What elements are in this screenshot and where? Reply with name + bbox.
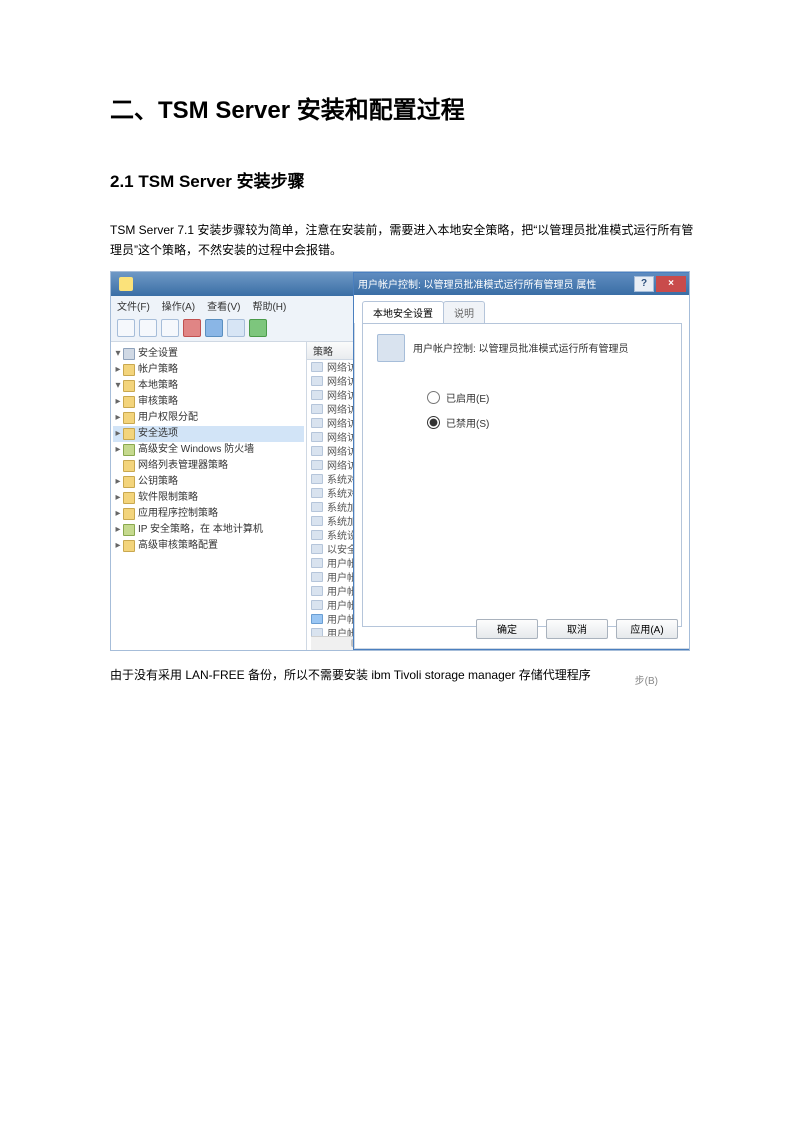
property-dialog: 用户帐户控制: 以管理员批准模式运行所有管理员 属性 ? × 本地安全设置 说明… xyxy=(353,272,690,650)
tree-node-appctrl[interactable]: ▸应用程序控制策略 xyxy=(113,506,304,522)
tab-description[interactable]: 说明 xyxy=(443,301,485,323)
dialog-panel: 用户帐户控制: 以管理员批准模式运行所有管理员 已启用(E) 已禁用(S) xyxy=(362,323,682,627)
menu-help[interactable]: 帮助(H) xyxy=(252,298,286,313)
folder-icon xyxy=(123,412,135,424)
policy-icon xyxy=(377,334,405,362)
radio-enabled-input[interactable] xyxy=(427,391,440,404)
radio-enabled[interactable]: 已启用(E) xyxy=(427,390,667,405)
policy-item-icon xyxy=(311,488,323,498)
app-icon xyxy=(119,277,133,291)
tree-node-software[interactable]: ▸软件限制策略 xyxy=(113,490,304,506)
heading-2: 2.1 TSM Server 安装步骤 xyxy=(110,167,700,192)
policy-item-icon xyxy=(311,460,323,470)
tab-local-security[interactable]: 本地安全设置 xyxy=(362,301,444,323)
tree-node-local[interactable]: ▾本地策略 xyxy=(113,378,304,394)
cropped-button-label: 步(B) xyxy=(635,672,658,687)
folder-icon xyxy=(123,492,135,504)
policy-item-icon xyxy=(311,404,323,414)
policy-item-icon xyxy=(311,418,323,428)
heading-1: 二、TSM Server 安装和配置过程 xyxy=(110,90,700,125)
screenshot-container: 文件(F) 操作(A) 查看(V) 帮助(H) ▾安全设置 ▸帐户策略 ▾本地策… xyxy=(110,271,690,651)
menu-action[interactable]: 操作(A) xyxy=(162,298,195,313)
policy-item-icon xyxy=(311,600,323,610)
tree-node-userrights[interactable]: ▸用户权限分配 xyxy=(113,410,304,426)
radio-disabled[interactable]: 已禁用(S) xyxy=(427,415,667,430)
document-page: 二、TSM Server 安装和配置过程 2.1 TSM Server 安装步骤… xyxy=(0,0,800,685)
policy-item-icon xyxy=(311,586,323,596)
toolbar-help-icon[interactable] xyxy=(227,319,245,337)
policy-item-icon xyxy=(311,614,323,624)
security-root-icon xyxy=(123,348,135,360)
dialog-title: 用户帐户控制: 以管理员批准模式运行所有管理员 属性 xyxy=(358,276,634,291)
radio-group: 已启用(E) 已禁用(S) xyxy=(427,390,667,430)
folder-icon xyxy=(123,364,135,376)
policy-item-icon xyxy=(311,572,323,582)
menu-view[interactable]: 查看(V) xyxy=(207,298,240,313)
dialog-buttons: 确定 取消 应用(A) xyxy=(476,619,678,639)
apply-button[interactable]: 应用(A) xyxy=(616,619,678,639)
folder-icon xyxy=(123,428,135,440)
tree-root[interactable]: ▾安全设置 xyxy=(113,346,304,362)
menu-file[interactable]: 文件(F) xyxy=(117,298,150,313)
toolbar-up-icon[interactable] xyxy=(161,319,179,337)
tree-node-audit[interactable]: ▸审核策略 xyxy=(113,394,304,410)
toolbar-back-icon[interactable] xyxy=(117,319,135,337)
tree-node-network[interactable]: 网络列表管理器策略 xyxy=(113,458,304,474)
dialog-tabs: 本地安全设置 说明 xyxy=(354,295,690,323)
policy-item-icon xyxy=(311,474,323,484)
shield-icon xyxy=(123,524,135,536)
policy-item-icon xyxy=(311,362,323,372)
tree-node-ipsec[interactable]: ▸IP 安全策略，在 本地计算机 xyxy=(113,522,304,538)
toolbar-refresh-icon[interactable] xyxy=(249,319,267,337)
folder-icon xyxy=(123,380,135,392)
tree-node-securityoptions[interactable]: ▸安全选项 xyxy=(113,426,304,442)
policy-item-icon xyxy=(311,516,323,526)
policy-item-icon xyxy=(311,432,323,442)
policy-item-icon xyxy=(311,376,323,386)
folder-icon xyxy=(123,508,135,520)
policy-item-icon xyxy=(311,446,323,456)
policy-description: 用户帐户控制: 以管理员批准模式运行所有管理员 xyxy=(413,340,629,355)
body-paragraph-1: TSM Server 7.1 安装步骤较为简单，注意在安装前，需要进入本地安全策… xyxy=(110,220,700,261)
policy-item-icon xyxy=(311,390,323,400)
toolbar-delete-icon[interactable] xyxy=(183,319,201,337)
folder-icon xyxy=(123,460,135,472)
folder-icon xyxy=(123,396,135,408)
folder-icon xyxy=(123,540,135,552)
tree-node-advaudit[interactable]: ▸高级审核策略配置 xyxy=(113,538,304,554)
cancel-button[interactable]: 取消 xyxy=(546,619,608,639)
toolbar-prop-icon[interactable] xyxy=(205,319,223,337)
titlebar-help-button[interactable]: ? xyxy=(634,276,654,292)
policy-item-icon xyxy=(311,502,323,512)
body-paragraph-2: 由于没有采用 LAN-FREE 备份，所以不需要安装 ibm Tivoli st… xyxy=(110,665,700,685)
radio-disabled-input[interactable] xyxy=(427,416,440,429)
folder-icon xyxy=(123,476,135,488)
toolbar-forward-icon[interactable] xyxy=(139,319,157,337)
tree-node-firewall[interactable]: ▸高级安全 Windows 防火墙 xyxy=(113,442,304,458)
tree-view[interactable]: ▾安全设置 ▸帐户策略 ▾本地策略 ▸审核策略 ▸用户权限分配 ▸安全选项 ▸高… xyxy=(111,342,307,650)
shield-icon xyxy=(123,444,135,456)
policy-item-icon xyxy=(311,530,323,540)
tree-node-account[interactable]: ▸帐户策略 xyxy=(113,362,304,378)
dialog-titlebar[interactable]: 用户帐户控制: 以管理员批准模式运行所有管理员 属性 ? × xyxy=(354,273,690,295)
titlebar-close-button[interactable]: × xyxy=(656,276,686,292)
policy-item-icon xyxy=(311,558,323,568)
policy-item-icon xyxy=(311,544,323,554)
tree-node-pubkey[interactable]: ▸公钥策略 xyxy=(113,474,304,490)
ok-button[interactable]: 确定 xyxy=(476,619,538,639)
